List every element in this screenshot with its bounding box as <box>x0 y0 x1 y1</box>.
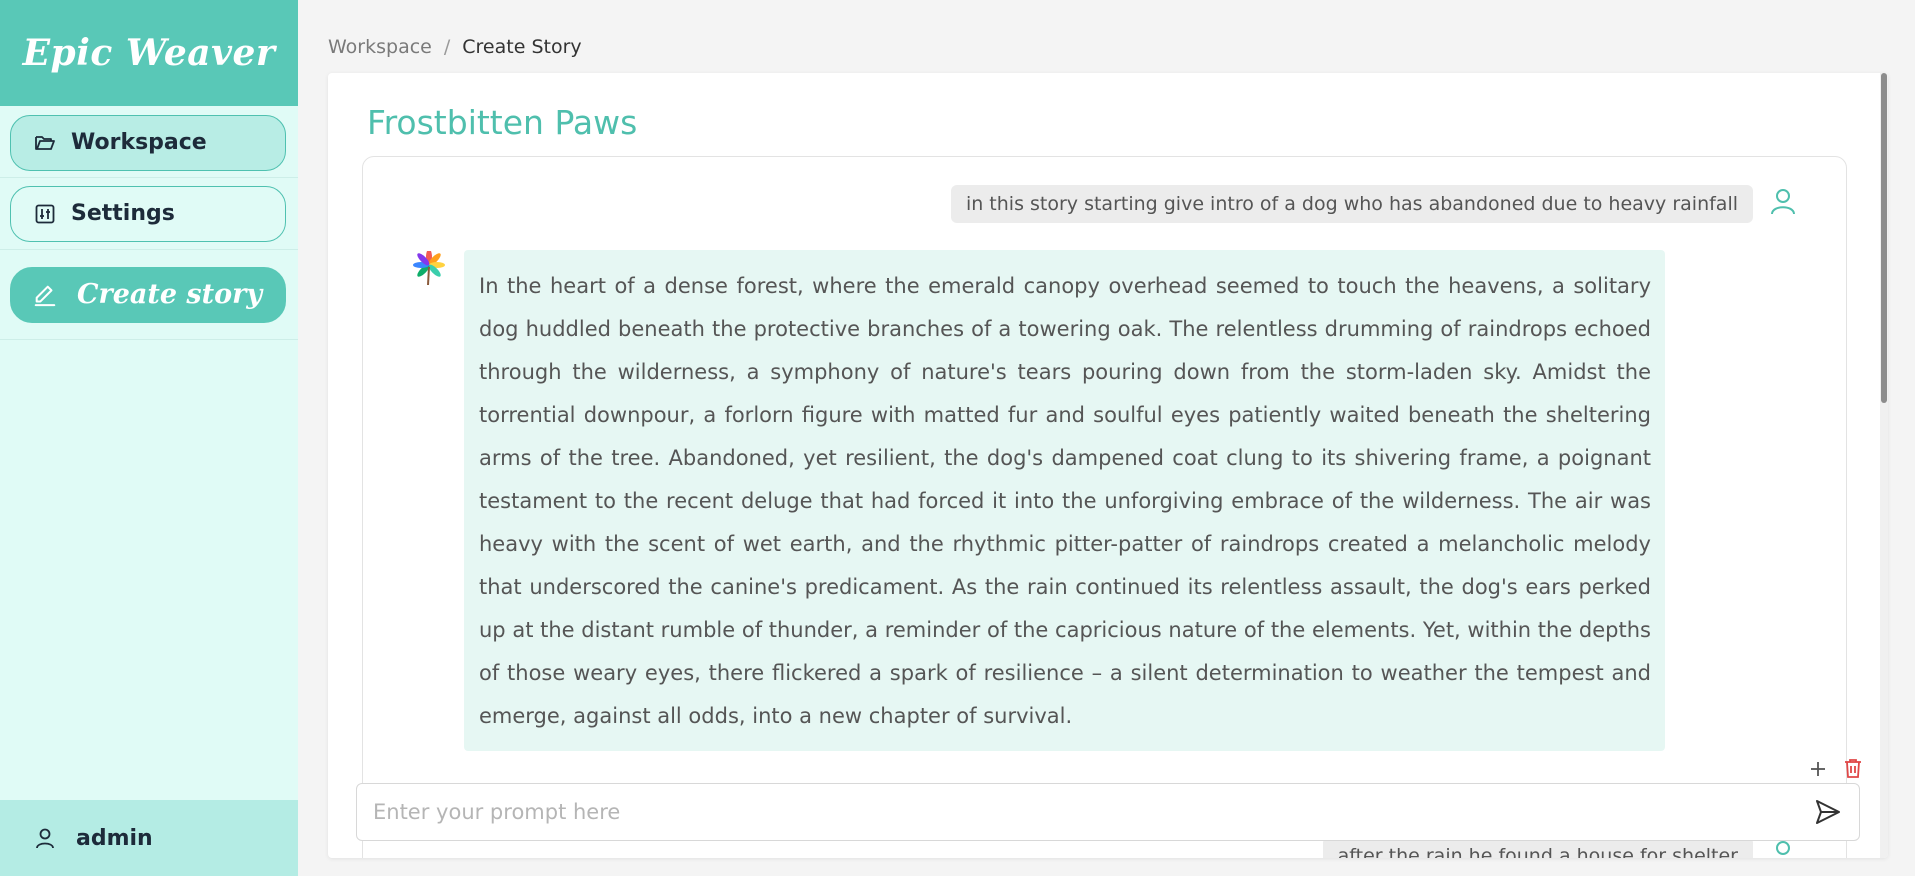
user-account[interactable]: admin <box>0 800 298 876</box>
nav-row-workspace: Workspace <box>0 106 298 178</box>
user-message: in this story starting give intro of a d… <box>950 185 1753 223</box>
sidebar-item-label: Workspace <box>71 130 207 155</box>
app-logo[interactable]: Epic Weaver <box>23 32 276 74</box>
assistant-message: In the heart of a dense forest, where th… <box>464 250 1665 751</box>
sidebar-item-settings[interactable]: Settings <box>10 185 286 242</box>
story-title: Frostbitten Paws <box>367 103 638 142</box>
logo-bar: Epic Weaver <box>0 0 298 106</box>
chat-history[interactable]: in this story starting give intro of a d… <box>362 156 1861 858</box>
sliders-icon <box>33 202 57 226</box>
breadcrumb: Workspace / Create Story <box>328 36 582 58</box>
prompt-input[interactable] <box>357 784 1811 840</box>
scrollbar-thumb[interactable] <box>1881 73 1887 403</box>
send-button[interactable] <box>1811 795 1845 829</box>
nav-row-settings: Settings <box>0 178 298 250</box>
nav-row-create-story: Create story <box>0 250 298 340</box>
send-icon <box>1816 800 1840 824</box>
user-avatar-icon <box>1768 186 1798 216</box>
add-icon[interactable] <box>1808 759 1828 779</box>
sidebar-item-workspace[interactable]: Workspace <box>10 114 286 171</box>
sidebar: Epic Weaver Workspace Settings Create st… <box>0 0 298 876</box>
trash-icon[interactable] <box>1844 758 1864 780</box>
folder-open-icon <box>33 131 57 155</box>
ai-logo-icon <box>411 249 447 287</box>
user-avatar-icon <box>1768 838 1798 858</box>
breadcrumb-separator: / <box>443 36 451 58</box>
scrollbar[interactable] <box>1880 73 1888 858</box>
username: admin <box>76 825 153 851</box>
pencil-icon <box>33 283 57 307</box>
breadcrumb-current: Create Story <box>462 36 582 58</box>
story-panel: Frostbitten Paws in this story starting … <box>328 73 1888 858</box>
sidebar-item-create-story[interactable]: Create story <box>10 266 286 323</box>
user-icon <box>34 827 56 849</box>
prompt-bar <box>356 783 1860 841</box>
sidebar-item-label: Create story <box>77 279 263 310</box>
sidebar-item-label: Settings <box>71 201 175 226</box>
breadcrumb-parent[interactable]: Workspace <box>328 36 432 58</box>
